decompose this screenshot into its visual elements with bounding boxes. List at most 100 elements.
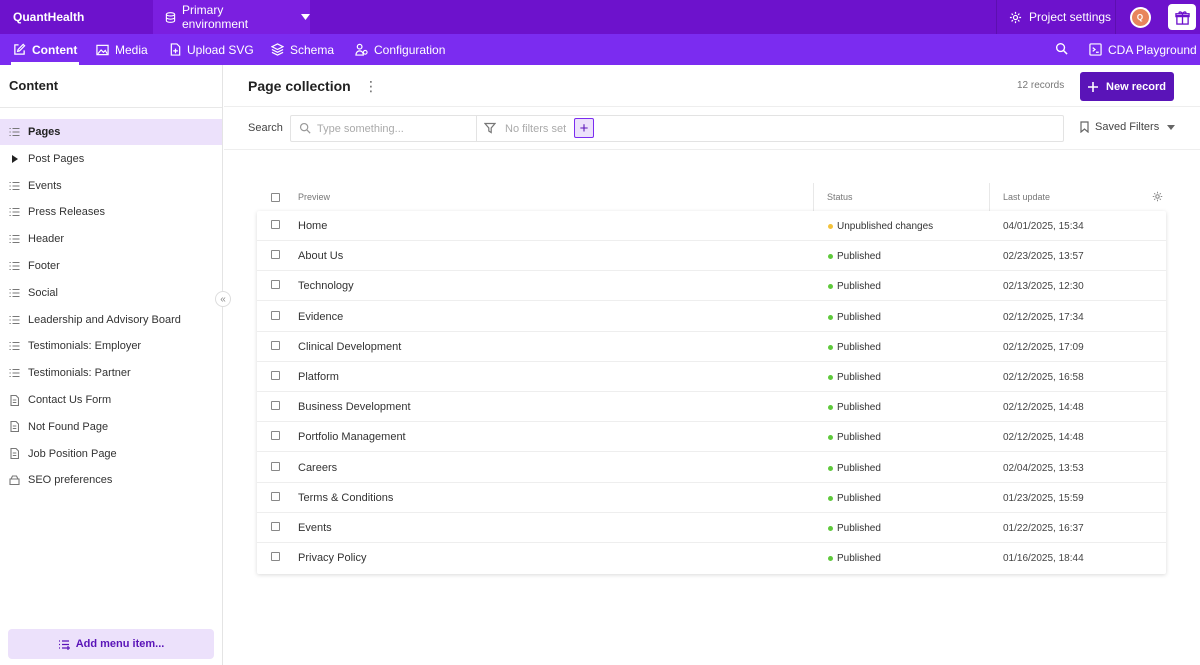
row-checkbox[interactable] (271, 280, 280, 290)
last-update: 02/12/2025, 14:48 (1003, 402, 1084, 414)
table-row[interactable]: Evidence Published 02/12/2025, 17:34 (257, 302, 1166, 332)
record-title[interactable]: Technology (298, 280, 354, 292)
sidebar-item-pages[interactable]: Pages (0, 119, 222, 145)
sidebar-title: Content (9, 78, 59, 93)
collapse-sidebar-button[interactable]: « (215, 291, 231, 307)
cda-playground-button[interactable]: CDA Playground (1089, 34, 1197, 65)
nav-media[interactable]: Media (96, 34, 148, 65)
search-box: No filters set + (290, 115, 1064, 142)
sidebar-item-social[interactable]: Social (0, 280, 222, 306)
sidebar-item-not-found-page[interactable]: Not Found Page (0, 414, 222, 440)
nav-schema[interactable]: Schema (271, 34, 334, 65)
row-checkbox[interactable] (271, 491, 280, 501)
global-search-button[interactable] (1055, 42, 1068, 58)
gift-icon (1174, 10, 1190, 25)
row-checkbox[interactable] (271, 220, 280, 229)
sidebar-item-testimonials-employer[interactable]: Testimonials: Employer (0, 333, 222, 359)
table-row[interactable]: About Us Published 02/23/2025, 13:57 (257, 241, 1166, 272)
status-badge: Published (828, 251, 881, 262)
sidebar-item-events[interactable]: Events (0, 173, 222, 199)
table-row[interactable]: Business Development Published 02/12/2025,… (257, 392, 1166, 423)
table-row[interactable]: Technology Published 02/13/2025, 12:30 (257, 271, 1166, 302)
no-filters-text: No filters set (505, 123, 567, 135)
caret-right-icon[interactable] (9, 153, 20, 164)
record-title[interactable]: Platform (298, 371, 339, 383)
record-title[interactable]: Business Development (298, 401, 411, 413)
sidebar-item-testimonials-partner[interactable]: Testimonials: Partner (0, 360, 222, 386)
sidebar-item-footer[interactable]: Footer (0, 253, 222, 279)
table-row[interactable]: Clinical Development Published 02/12/2025,… (257, 332, 1166, 362)
whats-new-button[interactable] (1168, 4, 1196, 30)
sidebar-item-header[interactable]: Header (0, 226, 222, 252)
nav-content[interactable]: Content (10, 34, 80, 65)
row-checkbox[interactable] (271, 371, 280, 380)
table-row[interactable]: Terms & Conditions Published 01/23/2025, 1… (257, 483, 1166, 513)
cda-playground-label: CDA Playground (1108, 42, 1197, 57)
nav-upload-svg[interactable]: Upload SVG (170, 34, 254, 65)
record-title[interactable]: Evidence (298, 311, 343, 323)
main-nav: Content Media Upload SVG Schema Configur… (0, 34, 1200, 65)
row-checkbox[interactable] (271, 461, 280, 471)
sidebar-item-label: Post Pages (28, 152, 85, 165)
saved-filters-dropdown[interactable]: Saved Filters (1080, 121, 1176, 133)
add-menu-item-button[interactable]: Add menu item... (8, 629, 214, 659)
sidebar-item-press-releases[interactable]: Press Releases (0, 199, 222, 225)
table-row[interactable]: Home Unpublished changes 04/01/2025, 15:34 (257, 211, 1166, 241)
column-divider (989, 183, 990, 211)
column-status: Status (827, 192, 853, 202)
row-checkbox[interactable] (271, 552, 280, 562)
status-dot-icon (828, 556, 833, 562)
status-badge: Published (828, 493, 881, 504)
record-title[interactable]: Home (298, 220, 327, 232)
row-checkbox[interactable] (271, 310, 280, 320)
gear-icon (1009, 11, 1022, 23)
table-row[interactable]: Events Published 01/22/2025, 16:37 (257, 513, 1166, 543)
record-title[interactable]: Terms & Conditions (298, 492, 393, 504)
sidebar-item-leadership-and-advisory-board[interactable]: Leadership and Advisory Board (0, 307, 222, 333)
status-label: Published (837, 523, 881, 534)
record-title[interactable]: Portfolio Management (298, 431, 406, 443)
record-title[interactable]: Privacy Policy (298, 552, 366, 564)
add-filter-button[interactable]: + (574, 118, 594, 138)
table-row[interactable]: Portfolio Management Published 02/12/2025,… (257, 422, 1166, 453)
record-title[interactable]: Events (298, 522, 332, 534)
record-title[interactable]: Careers (298, 462, 337, 474)
sidebar-item-contact-us-form[interactable]: Contact Us Form (0, 387, 222, 413)
status-badge: Published (828, 281, 881, 292)
sidebar-item-seo-preferences[interactable]: SEO preferences (0, 467, 222, 493)
status-badge: Published (828, 372, 881, 383)
sidebar-item-post-pages[interactable]: Post Pages (0, 146, 222, 172)
row-checkbox[interactable] (271, 431, 280, 441)
file-plus-icon (170, 43, 181, 56)
more-options-icon[interactable]: ⋮ (364, 79, 378, 93)
status-badge: Published (828, 463, 881, 474)
table-row[interactable]: Privacy Policy Published 01/16/2025, 18:44 (257, 543, 1166, 573)
doc-icon (9, 394, 20, 406)
row-checkbox[interactable] (271, 522, 280, 531)
table-row[interactable]: Platform Published 02/12/2025, 16:58 (257, 362, 1166, 392)
last-update: 02/12/2025, 17:09 (1003, 341, 1084, 353)
user-menu[interactable]: Q (1116, 0, 1164, 34)
select-all-checkbox[interactable] (271, 193, 280, 202)
sidebar-item-job-position-page[interactable]: Job Position Page (0, 441, 222, 467)
table-row[interactable]: Careers Published 02/04/2025, 13:53 (257, 453, 1166, 483)
plus-icon (1088, 81, 1099, 92)
record-title[interactable]: Clinical Development (298, 341, 401, 353)
brand-logo[interactable]: QuantHealth (13, 10, 84, 24)
record-title[interactable]: About Us (298, 250, 343, 262)
search-input[interactable] (291, 116, 477, 141)
row-checkbox[interactable] (271, 401, 280, 411)
status-label: Published (837, 251, 881, 263)
new-record-button[interactable]: New record (1080, 72, 1174, 101)
project-settings-button[interactable]: Project settings (996, 0, 1116, 34)
status-dot-icon (828, 495, 833, 501)
row-checkbox[interactable] (271, 250, 280, 260)
column-preview: Preview (298, 192, 331, 202)
environment-selector[interactable]: Primary environment (153, 0, 310, 34)
row-checkbox[interactable] (271, 340, 280, 350)
status-dot-icon (828, 284, 833, 290)
column-settings-icon[interactable] (1152, 191, 1163, 204)
nav-configuration[interactable]: Configuration (355, 34, 445, 65)
page-title: Page collection (248, 78, 351, 94)
sidebar-item-label: SEO preferences (28, 474, 113, 487)
